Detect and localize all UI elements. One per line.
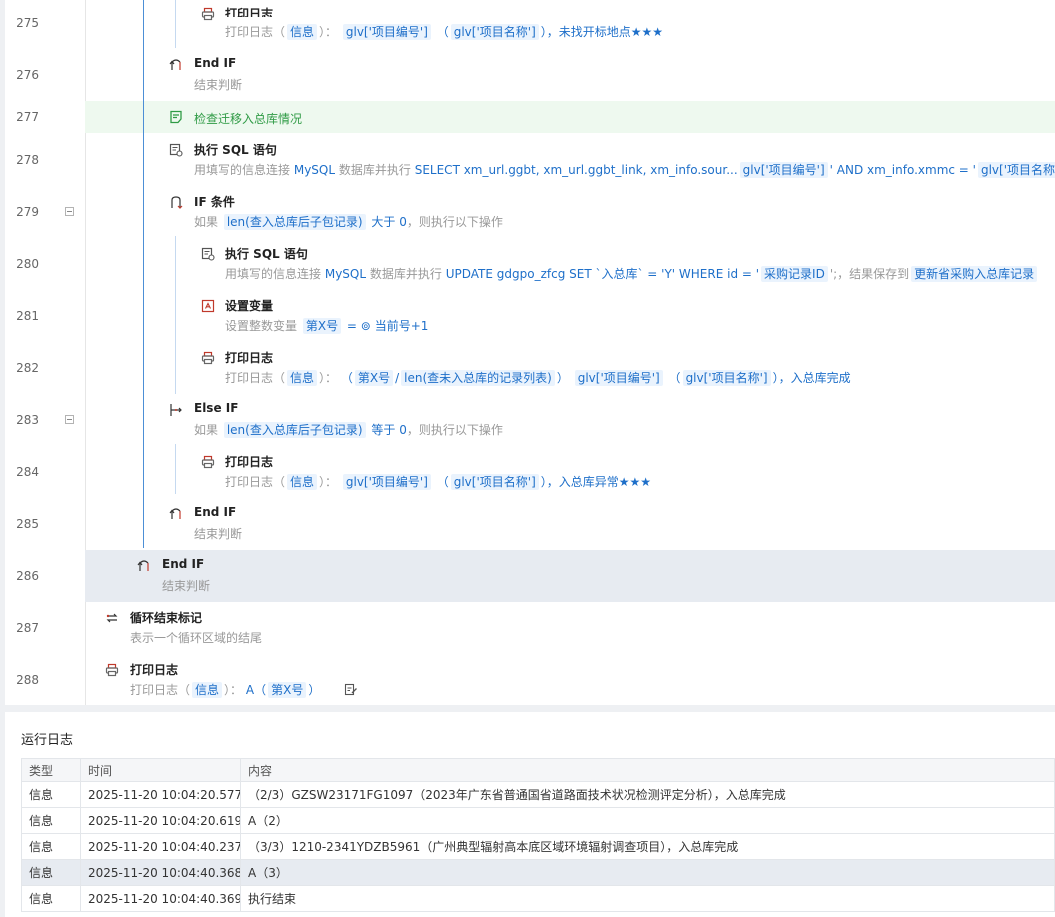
flow-editor: 275 276 277 278 279 280 281 282 283 284 … bbox=[5, 0, 1055, 705]
line-number: 285 bbox=[16, 517, 39, 531]
line-number: 276 bbox=[16, 68, 39, 82]
log-row-selected[interactable]: 信息 2025-11-20 10:04:40.368 A（3） bbox=[21, 859, 1055, 886]
line-number: 281 bbox=[16, 309, 39, 323]
log-time: 2025-11-20 10:04:40.237 bbox=[80, 833, 241, 860]
log-content: A（3） bbox=[240, 859, 1055, 886]
sql-icon bbox=[201, 247, 215, 261]
step-title[interactable]: Else IF bbox=[194, 401, 238, 415]
print-icon bbox=[201, 455, 215, 469]
step-title[interactable]: 打印日志 bbox=[130, 661, 178, 678]
step-title[interactable]: End IF bbox=[194, 56, 236, 70]
log-row[interactable]: 信息 2025-11-20 10:04:40.237 （3/3）1210-234… bbox=[21, 833, 1055, 860]
line-number: 280 bbox=[16, 257, 39, 271]
block-guide-if bbox=[175, 236, 176, 394]
if-condition-icon bbox=[169, 195, 183, 209]
line-number: 277 bbox=[16, 110, 39, 124]
step-desc: 设置整数变量 第X号 = ⊚ 当前号+1 bbox=[225, 318, 429, 334]
log-type: 信息 bbox=[21, 859, 81, 886]
print-icon bbox=[201, 351, 215, 365]
log-content: （3/3）1210-2341YDZB5961（广州典型辐射高本底区域环境辐射调查… bbox=[240, 833, 1055, 860]
end-if-icon bbox=[169, 58, 183, 72]
line-number: 282 bbox=[16, 361, 39, 375]
variable-icon bbox=[201, 299, 215, 313]
step-title[interactable]: 循环结束标记 bbox=[130, 609, 202, 626]
line-number: 287 bbox=[16, 621, 39, 635]
log-table: 类型 时间 内容 信息 2025-11-20 10:04:20.577 （2/3… bbox=[21, 758, 1055, 912]
step-title[interactable]: IF 条件 bbox=[194, 193, 235, 210]
end-if-icon bbox=[137, 559, 151, 573]
print-icon bbox=[201, 7, 215, 21]
step-title[interactable]: 设置变量 bbox=[225, 297, 273, 314]
log-content: A（2） bbox=[240, 807, 1055, 834]
step-desc: 结束判断 bbox=[162, 579, 211, 593]
block-guide-outer bbox=[143, 0, 144, 548]
step-title[interactable]: End IF bbox=[194, 505, 236, 519]
log-time: 2025-11-20 10:04:20.619 bbox=[80, 807, 241, 834]
row-highlight-286 bbox=[85, 550, 1055, 602]
step-desc: 如果 len(查入总库后子包记录) 大于 0，则执行以下操作 bbox=[194, 214, 503, 230]
step-title[interactable]: 打印日志 bbox=[225, 453, 273, 470]
comment-text[interactable]: 检查迁移入总库情况 bbox=[194, 110, 302, 127]
log-content: 执行结束 bbox=[240, 885, 1055, 912]
note-icon bbox=[169, 110, 183, 124]
log-type: 信息 bbox=[21, 833, 81, 860]
step-desc: 结束判断 bbox=[194, 78, 243, 92]
line-number: 278 bbox=[16, 153, 39, 167]
step-desc: 如果 len(查入总库后子包记录) 等于 0，则执行以下操作 bbox=[194, 422, 503, 438]
line-number: 288 bbox=[16, 673, 39, 687]
print-icon bbox=[105, 663, 119, 677]
step-title[interactable]: 打印日志 bbox=[225, 349, 273, 366]
log-row[interactable]: 信息 2025-11-20 10:04:20.619 A（2） bbox=[21, 807, 1055, 834]
log-time: 2025-11-20 10:04:40.368 bbox=[80, 859, 241, 886]
step-desc: 打印日志（ 信息）： A（ 第X号） bbox=[130, 682, 321, 698]
line-number: 279 bbox=[16, 205, 39, 219]
line-number: 286 bbox=[16, 569, 39, 583]
log-type: 信息 bbox=[21, 781, 81, 808]
sql-icon bbox=[169, 143, 183, 157]
step-title[interactable]: End IF bbox=[162, 557, 204, 571]
expression-icon: ⊚ bbox=[360, 319, 371, 333]
step-desc: 表示一个循环区域的结尾 bbox=[130, 631, 263, 645]
step-desc: 打印日志（ 信息）： glv['项目编号'] （glv['项目名称'] ），入总库异… bbox=[225, 474, 652, 490]
log-type: 信息 bbox=[21, 807, 81, 834]
col-type[interactable]: 类型 bbox=[21, 758, 81, 782]
line-number: 283 bbox=[16, 413, 39, 427]
col-content[interactable]: 内容 bbox=[240, 758, 1055, 782]
step-desc: 打印日志（ 信息）： glv['项目编号'] （glv['项目名称'] ），未找开标… bbox=[225, 24, 664, 40]
loop-end-icon bbox=[105, 611, 119, 625]
else-if-icon bbox=[169, 403, 183, 417]
run-log-panel: 运行日志 类型 时间 内容 信息 2025-11-20 10:04:20.577… bbox=[5, 712, 1055, 917]
fold-toggle-279[interactable] bbox=[65, 207, 74, 216]
fold-toggle-283[interactable] bbox=[65, 415, 74, 424]
log-title: 运行日志 bbox=[21, 733, 74, 748]
edit-icon[interactable] bbox=[344, 682, 358, 696]
line-number: 275 bbox=[16, 16, 39, 30]
end-if-icon bbox=[169, 507, 183, 521]
step-desc: 打印日志（ 信息）： （第X号 / len(查未入总库的记录列表)） glv['项目编… bbox=[225, 370, 851, 386]
step-title[interactable]: 执行 SQL 语句 bbox=[225, 245, 308, 262]
log-header-row: 类型 时间 内容 bbox=[21, 758, 1055, 782]
log-row[interactable]: 信息 2025-11-20 10:04:20.577 （2/3）GZSW2317… bbox=[21, 781, 1055, 808]
step-desc: 用填写的信息连接 MySQL 数据库并执行 UPDATE gdgpo_zfcg … bbox=[225, 265, 1039, 282]
step-desc: 用填写的信息连接 MySQL 数据库并执行 SELECT xm_url.ggbt… bbox=[194, 161, 1055, 178]
step-title[interactable]: 执行 SQL 语句 bbox=[194, 141, 277, 158]
log-row[interactable]: 信息 2025-11-20 10:04:40.369 执行结束 bbox=[21, 885, 1055, 912]
log-type: 信息 bbox=[21, 885, 81, 912]
line-number: 284 bbox=[16, 465, 39, 479]
col-time[interactable]: 时间 bbox=[80, 758, 241, 782]
block-guide-elseif bbox=[175, 444, 176, 494]
log-content: （2/3）GZSW23171FG1097（2023年广东省普通国省道路面技术状况… bbox=[240, 781, 1055, 808]
step-title[interactable]: 打印日志 bbox=[225, 5, 273, 17]
block-guide-inner bbox=[175, 0, 176, 48]
log-time: 2025-11-20 10:04:20.577 bbox=[80, 781, 241, 808]
log-time: 2025-11-20 10:04:40.369 bbox=[80, 885, 241, 912]
step-desc: 结束判断 bbox=[194, 527, 243, 541]
